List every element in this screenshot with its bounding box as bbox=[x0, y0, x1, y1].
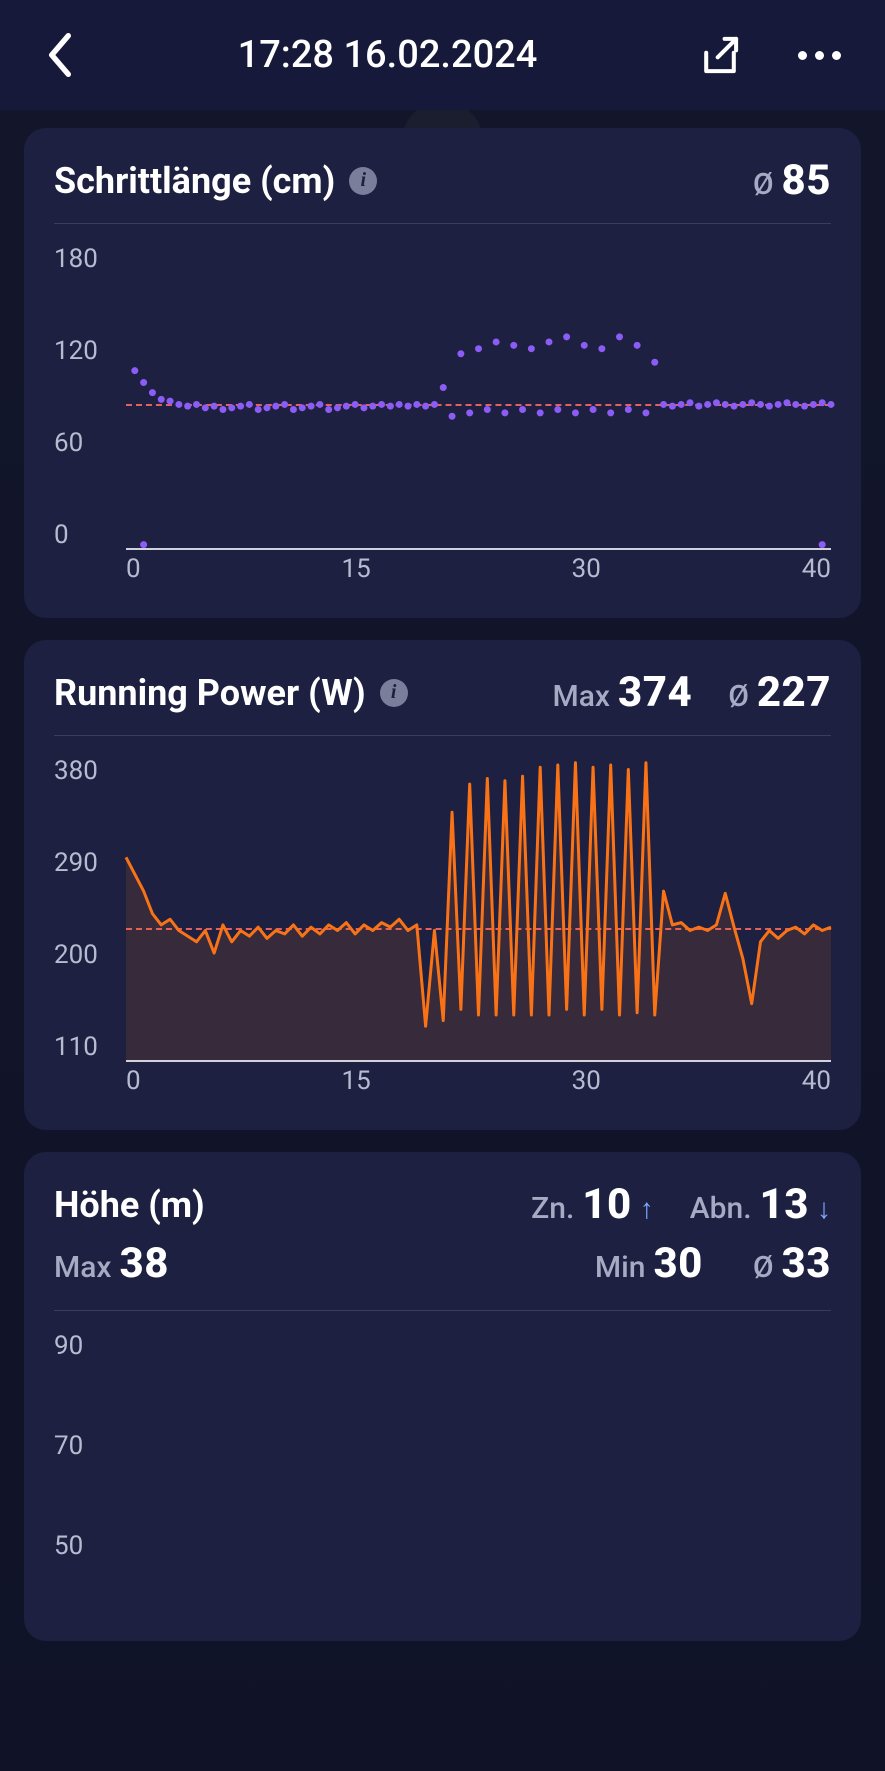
y-tick: 290 bbox=[54, 848, 114, 878]
max-label: Max bbox=[54, 1250, 112, 1285]
y-tick: 60 bbox=[54, 428, 114, 458]
card-running-power: Running Power (W) i Max 374 Ø 227 380 29… bbox=[24, 640, 861, 1130]
divider bbox=[54, 1310, 831, 1311]
elev-gain: Zn. 10 ↑ bbox=[531, 1180, 654, 1229]
elev-loss-value: 13 bbox=[760, 1180, 809, 1229]
top-right-actions bbox=[695, 30, 845, 80]
stride-chart[interactable]: 180 120 60 0 0 15 30 40 bbox=[54, 244, 831, 584]
chevron-left-icon bbox=[46, 33, 74, 77]
x-tick: 40 bbox=[802, 1066, 831, 1096]
stride-x-ticks: 0 15 30 40 bbox=[126, 554, 831, 584]
stride-avg-value: 85 bbox=[782, 156, 831, 205]
arrow-up-icon: ↑ bbox=[640, 1192, 654, 1225]
elev-header-row2: Max 38 Min 30 Ø 33 bbox=[54, 1239, 831, 1288]
elev-max-value: 38 bbox=[120, 1239, 169, 1288]
x-tick: 30 bbox=[572, 1066, 601, 1096]
gain-label: Zn. bbox=[531, 1191, 574, 1226]
elev-y-ticks: 90 70 50 bbox=[54, 1331, 114, 1561]
y-tick: 70 bbox=[54, 1431, 114, 1461]
arrow-down-icon: ↓ bbox=[817, 1192, 831, 1225]
top-bar: 17:28 16.02.2024 bbox=[0, 0, 885, 110]
x-tick: 0 bbox=[126, 554, 141, 584]
power-title: Running Power (W) bbox=[54, 672, 366, 714]
power-plot-area bbox=[126, 756, 831, 1062]
y-tick: 120 bbox=[54, 336, 114, 366]
stride-title: Schrittlänge (cm) bbox=[54, 160, 335, 202]
power-header: Running Power (W) i Max 374 Ø 227 bbox=[54, 668, 831, 717]
avg-label: Ø bbox=[728, 679, 749, 714]
info-icon[interactable]: i bbox=[349, 167, 377, 195]
elev-chart[interactable]: 90 70 50 bbox=[54, 1331, 831, 1561]
divider bbox=[54, 735, 831, 736]
info-icon[interactable]: i bbox=[380, 679, 408, 707]
y-tick: 200 bbox=[54, 940, 114, 970]
power-max-value: 374 bbox=[618, 668, 692, 717]
stride-avg: Ø 85 bbox=[753, 156, 831, 205]
elev-min-value: 30 bbox=[653, 1239, 702, 1288]
y-tick: 380 bbox=[54, 756, 114, 786]
page-title: 17:28 16.02.2024 bbox=[238, 33, 538, 77]
y-tick: 50 bbox=[54, 1531, 114, 1561]
back-button[interactable] bbox=[40, 35, 80, 75]
more-dots-icon bbox=[798, 51, 841, 60]
elev-loss: Abn. 13 ↓ bbox=[690, 1180, 831, 1229]
x-tick: 15 bbox=[342, 1066, 371, 1096]
x-tick: 30 bbox=[572, 554, 601, 584]
power-chart[interactable]: 380 290 200 110 0 15 30 40 bbox=[54, 756, 831, 1096]
y-tick: 110 bbox=[54, 1032, 114, 1062]
power-max: Max 374 bbox=[553, 668, 693, 717]
stride-header: Schrittlänge (cm) i Ø 85 bbox=[54, 156, 831, 205]
loss-label: Abn. bbox=[690, 1191, 752, 1226]
max-label: Max bbox=[553, 679, 611, 714]
elev-max: Max 38 bbox=[54, 1239, 169, 1288]
card-stride-length: Schrittlänge (cm) i Ø 85 180 120 60 0 0 bbox=[24, 128, 861, 618]
elev-min: Min 30 bbox=[595, 1239, 703, 1288]
avg-label: Ø bbox=[753, 1250, 774, 1285]
power-x-ticks: 0 15 30 40 bbox=[126, 1066, 831, 1096]
share-button[interactable] bbox=[695, 30, 745, 80]
min-label: Min bbox=[595, 1250, 646, 1285]
elev-title: Höhe (m) bbox=[54, 1184, 205, 1226]
more-button[interactable] bbox=[795, 30, 845, 80]
stride-series bbox=[126, 244, 831, 548]
y-tick: 0 bbox=[54, 520, 114, 550]
y-tick: 90 bbox=[54, 1331, 114, 1361]
power-avg: Ø 227 bbox=[728, 668, 831, 717]
power-y-ticks: 380 290 200 110 bbox=[54, 756, 114, 1062]
x-tick: 40 bbox=[802, 554, 831, 584]
y-tick: 180 bbox=[54, 244, 114, 274]
share-icon bbox=[697, 32, 743, 78]
power-series bbox=[126, 756, 831, 1060]
divider bbox=[54, 223, 831, 224]
elev-avg-value: 33 bbox=[782, 1239, 831, 1288]
content-scroll[interactable]: Schrittlänge (cm) i Ø 85 180 120 60 0 0 bbox=[0, 110, 885, 1681]
card-elevation: Höhe (m) Zn. 10 ↑ Abn. 13 ↓ Max 38 bbox=[24, 1152, 861, 1641]
stride-plot-area bbox=[126, 244, 831, 550]
elev-gain-value: 10 bbox=[582, 1180, 631, 1229]
power-avg-value: 227 bbox=[757, 668, 831, 717]
x-tick: 15 bbox=[342, 554, 371, 584]
x-tick: 0 bbox=[126, 1066, 141, 1096]
elev-header-row1: Höhe (m) Zn. 10 ↑ Abn. 13 ↓ bbox=[54, 1180, 831, 1229]
avg-label: Ø bbox=[753, 167, 774, 202]
elev-avg: Ø 33 bbox=[753, 1239, 831, 1288]
stride-y-ticks: 180 120 60 0 bbox=[54, 244, 114, 550]
